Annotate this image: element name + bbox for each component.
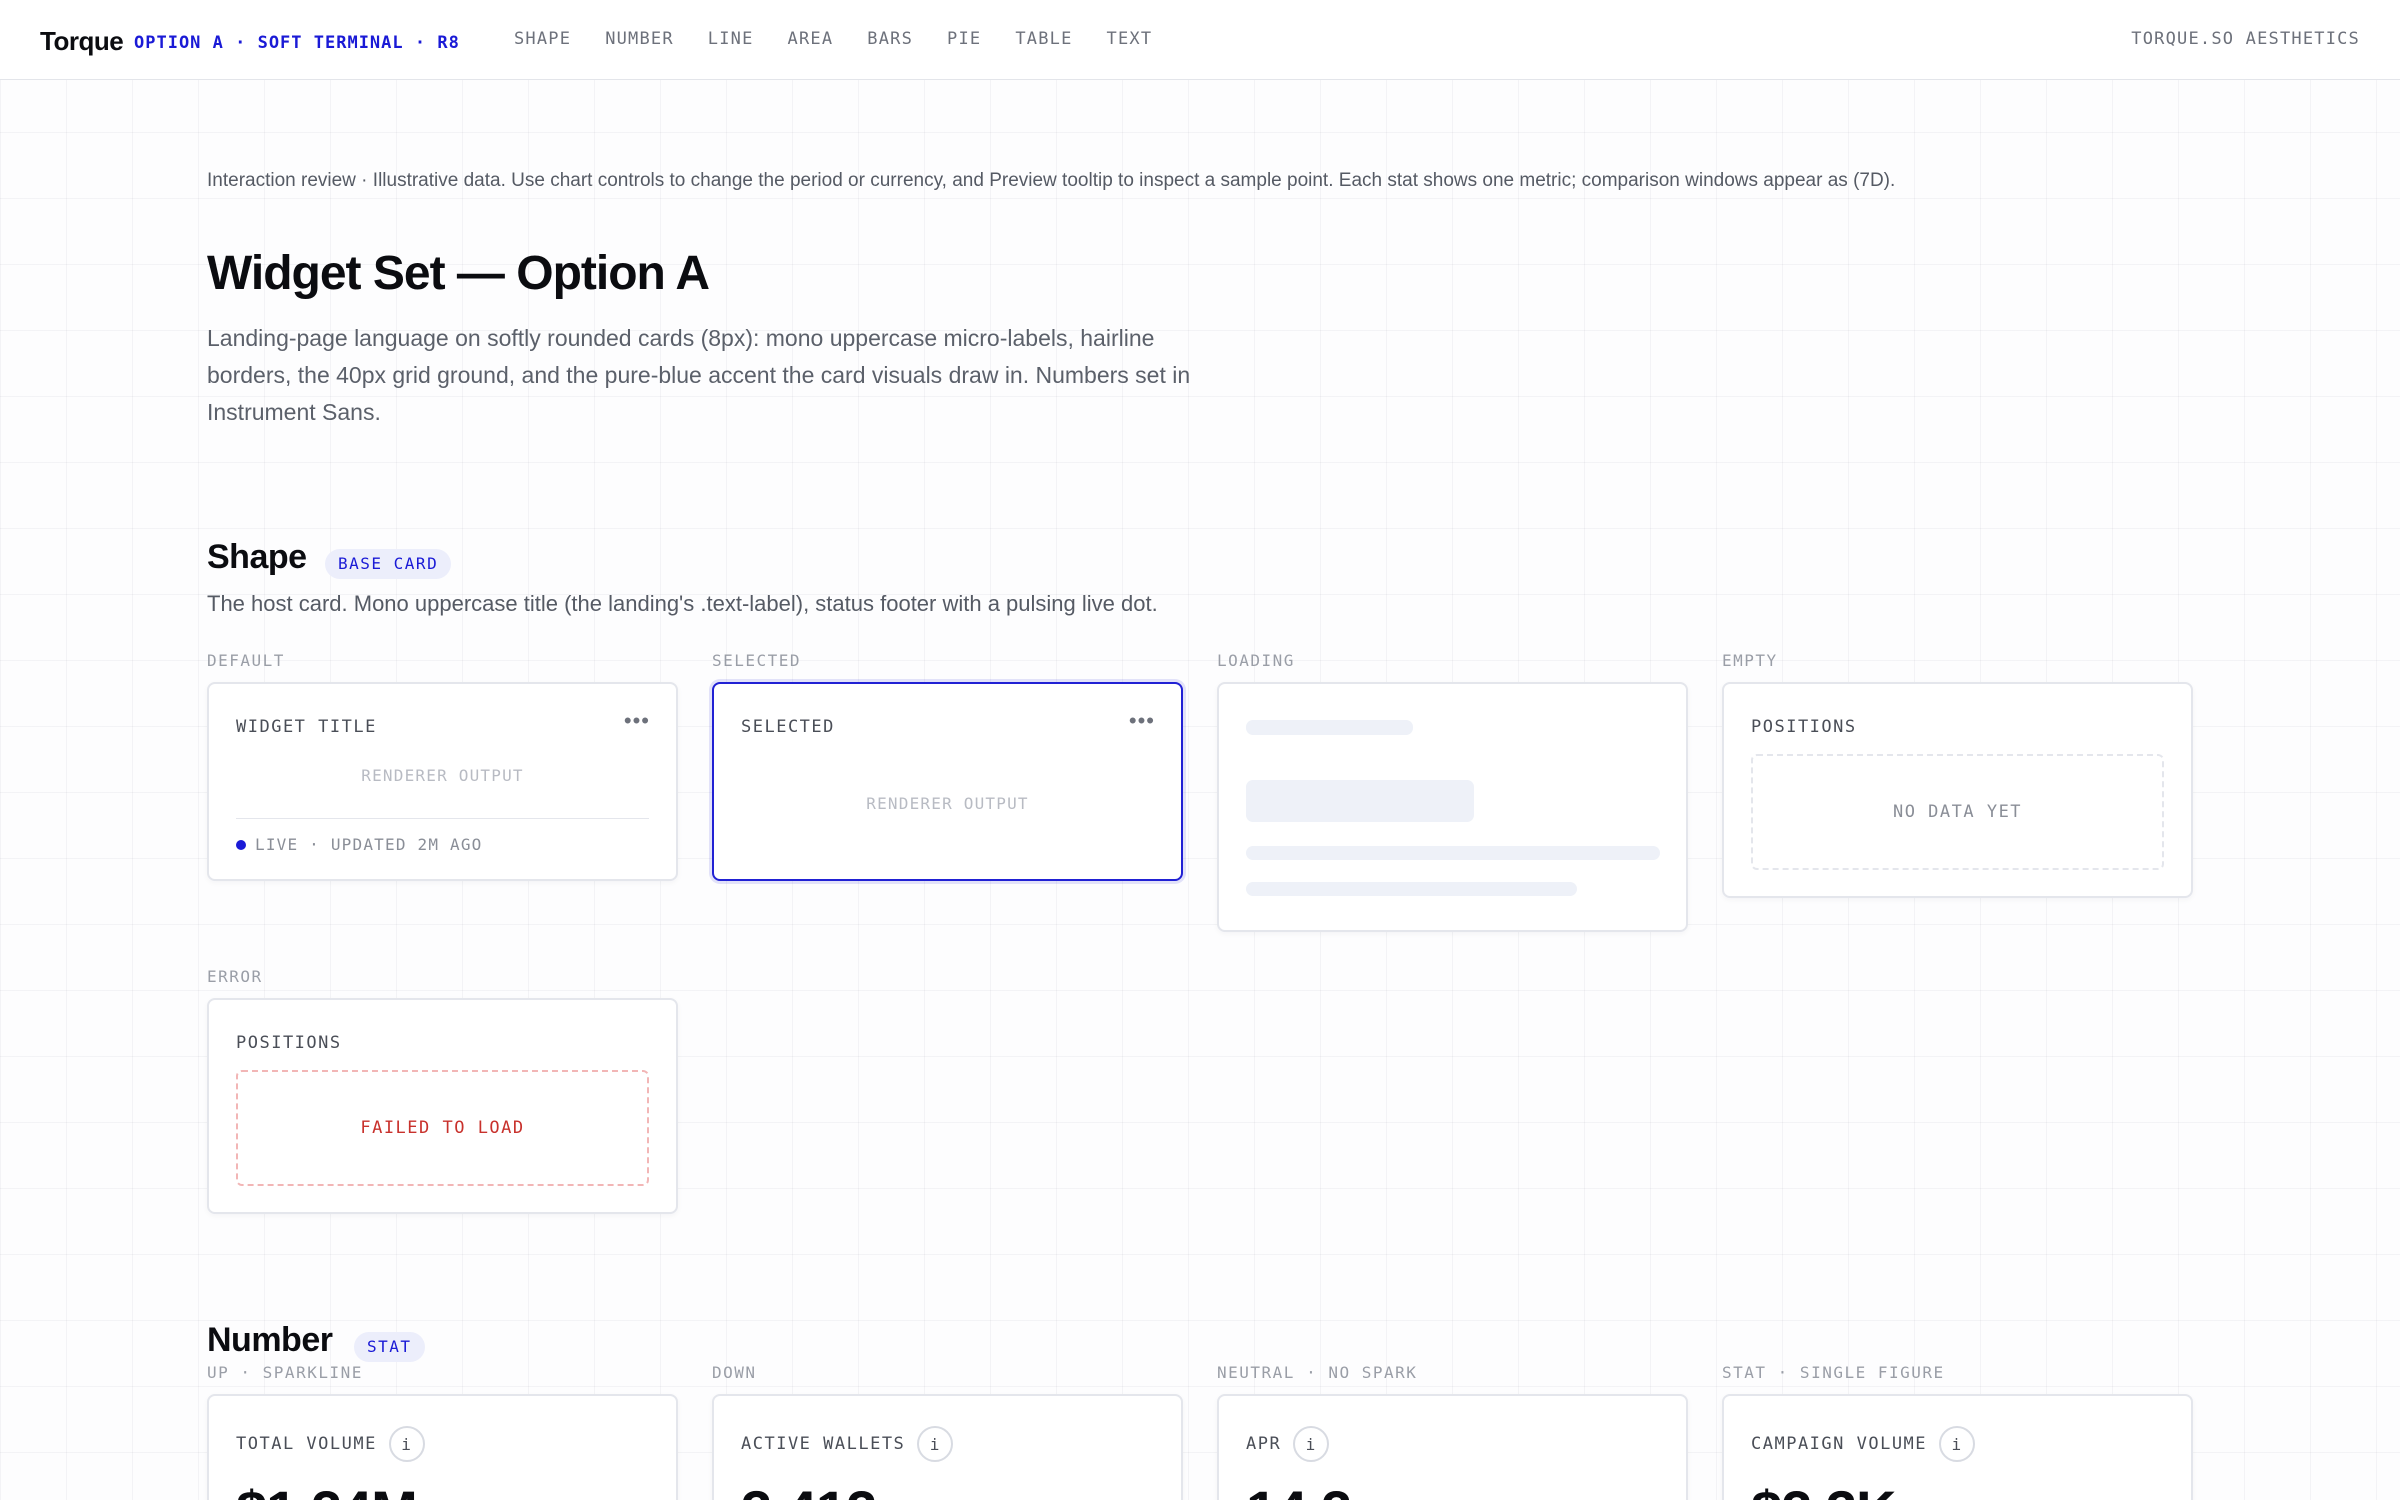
section-title-shape: Shape xyxy=(207,538,307,576)
more-horizontal-icon[interactable]: ••• xyxy=(1129,708,1155,734)
stat-title-text: ACTIVE WALLETS xyxy=(741,1434,906,1454)
section-pill-stat: STAT xyxy=(354,1332,425,1362)
nav-link-shape[interactable]: SHAPE xyxy=(514,29,571,49)
stat-title-text: CAMPAIGN VOLUME xyxy=(1751,1434,1928,1454)
widget-card-default[interactable]: WIDGET TITLE ••• RENDERER OUTPUT LIVE · … xyxy=(207,682,678,881)
review-notice: Interaction review · Illustrative data. … xyxy=(207,170,1896,191)
card-title: POSITIONS xyxy=(1751,717,1857,737)
section-desc-shape: The host card. Mono uppercase title (the… xyxy=(207,591,1158,616)
nav-link-pie[interactable]: PIE xyxy=(947,29,981,49)
state-label-down: DOWN xyxy=(712,1363,757,1382)
stat-title: ACTIVE WALLETS i xyxy=(741,1426,954,1462)
state-label-loading: LOADING xyxy=(1217,651,1295,670)
error-message: FAILED TO LOAD xyxy=(360,1118,525,1138)
card-title: SELECTED xyxy=(741,717,835,737)
nav-link-area[interactable]: AREA xyxy=(788,29,834,49)
widget-card-empty[interactable]: POSITIONS NO DATA YET xyxy=(1722,682,2193,898)
section-nav: SHAPE NUMBER LINE AREA BARS PIE TABLE TE… xyxy=(514,29,1186,49)
state-label-stat-single-figure: STAT · SINGLE FIGURE xyxy=(1722,1363,1945,1382)
nav-link-bars[interactable]: BARS xyxy=(867,29,913,49)
skeleton-title xyxy=(1246,720,1413,735)
stat-title: CAMPAIGN VOLUME i xyxy=(1751,1426,1976,1462)
info-icon[interactable]: i xyxy=(1939,1426,1976,1462)
state-label-up-sparkline: UP · SPARKLINE xyxy=(207,1363,363,1382)
stat-card-campaign-volume[interactable]: CAMPAIGN VOLUME i $2.3K xyxy=(1722,1394,2193,1500)
error-state-box: FAILED TO LOAD xyxy=(236,1070,649,1186)
stat-value: $1.24M xyxy=(236,1478,418,1500)
brand-logo[interactable]: Torque xyxy=(40,26,124,57)
widget-card-selected[interactable]: SELECTED ••• RENDERER OUTPUT xyxy=(712,682,1183,881)
widget-card-loading xyxy=(1217,682,1688,932)
state-label-empty: EMPTY xyxy=(1722,651,1778,670)
stat-value: $2.3K xyxy=(1751,1478,1896,1500)
empty-state-box: NO DATA YET xyxy=(1751,754,2164,870)
state-label-error: ERROR xyxy=(207,967,263,986)
page-lead: Landing-page language on softly rounded … xyxy=(207,325,1191,425)
status-text: LIVE · UPDATED 2M AGO xyxy=(255,835,483,854)
info-icon[interactable]: i xyxy=(388,1426,425,1462)
stat-title-text: APR xyxy=(1246,1434,1282,1454)
stat-value: 14.2 xyxy=(1246,1478,1352,1500)
section-pill-base-card: BASE CARD xyxy=(325,549,452,579)
stat-card-apr[interactable]: APR i 14.2 xyxy=(1217,1394,1688,1500)
card-status-footer: LIVE · UPDATED 2M AGO xyxy=(236,835,483,854)
aesthetics-link[interactable]: TORQUE.SO AESTHETICS xyxy=(2131,29,2360,49)
renderer-output: RENDERER OUTPUT xyxy=(866,794,1029,813)
skeleton-line xyxy=(1246,882,1577,896)
stat-card-active-wallets[interactable]: ACTIVE WALLETS i 3,412 xyxy=(712,1394,1183,1500)
live-dot-icon xyxy=(236,839,246,850)
card-title: WIDGET TITLE xyxy=(236,717,377,737)
state-label-selected: SELECTED xyxy=(712,651,802,670)
stat-title-text: TOTAL VOLUME xyxy=(236,1434,377,1454)
stat-title: APR i xyxy=(1246,1426,1330,1462)
skeleton-value xyxy=(1246,780,1474,822)
more-horizontal-icon[interactable]: ••• xyxy=(624,708,650,734)
stat-value: 3,412 xyxy=(741,1478,877,1500)
nav-link-number[interactable]: NUMBER xyxy=(605,29,674,49)
stat-title: TOTAL VOLUME i xyxy=(236,1426,425,1462)
info-icon[interactable]: i xyxy=(1293,1426,1330,1462)
nav-link-table[interactable]: TABLE xyxy=(1015,29,1072,49)
section-title-number: Number xyxy=(207,1321,333,1359)
card-divider xyxy=(236,818,649,819)
nav-link-line[interactable]: LINE xyxy=(708,29,754,49)
brand-subtitle: OPTION A · SOFT TERMINAL · R8 xyxy=(134,33,460,53)
page-title: Widget Set — Option A xyxy=(207,247,710,300)
state-label-default: DEFAULT xyxy=(207,651,285,670)
info-icon[interactable]: i xyxy=(917,1426,954,1462)
renderer-output: RENDERER OUTPUT xyxy=(361,766,524,785)
state-label-neutral-no-spark: NEUTRAL · NO SPARK xyxy=(1217,1363,1418,1382)
card-title: POSITIONS xyxy=(236,1033,342,1053)
widget-card-error[interactable]: POSITIONS FAILED TO LOAD xyxy=(207,998,678,1214)
skeleton-line xyxy=(1246,846,1660,860)
stat-card-total-volume[interactable]: TOTAL VOLUME i $1.24M xyxy=(207,1394,678,1500)
empty-message: NO DATA YET xyxy=(1892,802,2023,822)
top-nav: Torque OPTION A · SOFT TERMINAL · R8 SHA… xyxy=(0,0,2400,80)
nav-link-text[interactable]: TEXT xyxy=(1107,29,1153,49)
